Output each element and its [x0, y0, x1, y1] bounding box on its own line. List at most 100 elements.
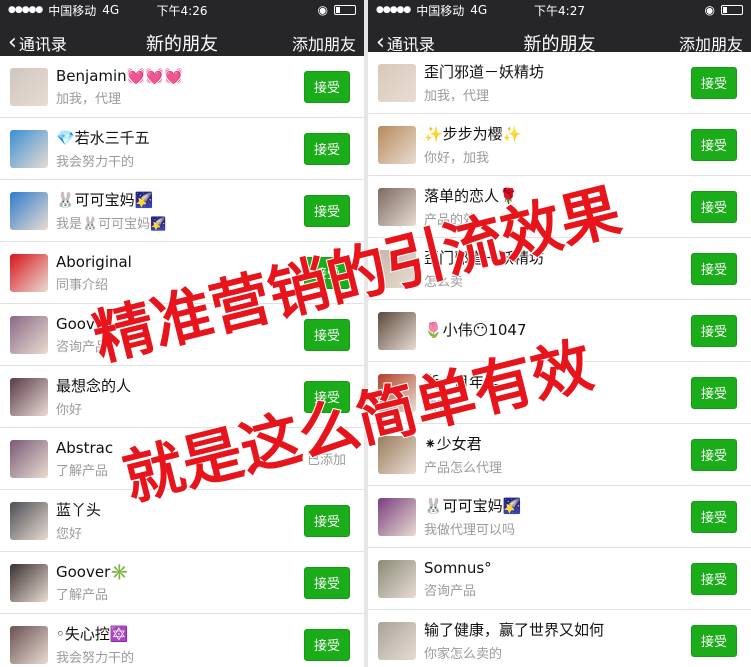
add-friend-button[interactable]: 添加朋友	[292, 31, 356, 55]
request-message: 您好	[56, 527, 83, 542]
accept-button[interactable]: 接受	[304, 256, 350, 289]
accept-button[interactable]: 接受	[691, 562, 737, 595]
contact-name: 🐰可可宝妈🌠	[424, 497, 522, 515]
friend-request-row[interactable]: Somnus° 咨询产品 接受	[368, 548, 751, 610]
row-text: Aboriginal 同事介绍	[56, 253, 304, 293]
friend-request-row[interactable]: Aboriginal 同事介绍 接受	[0, 242, 364, 304]
avatar	[378, 187, 416, 226]
contact-name: 落单的恋人🌹	[424, 187, 518, 205]
accept-button[interactable]: 接受	[691, 314, 737, 347]
accept-button[interactable]: 接受	[691, 500, 737, 533]
friend-request-row[interactable]: 🐰可可宝妈🌠 我做代理可以吗 接受	[368, 486, 751, 548]
request-message: 你家怎么卖的	[424, 647, 503, 662]
accept-button[interactable]: 接受	[691, 66, 737, 99]
request-message: 加我，代理	[424, 89, 490, 104]
contact-name: Aboriginal	[56, 252, 132, 271]
request-message: 我是🐰可可宝妈🌠	[56, 217, 167, 232]
chevron-left-icon: ‹	[8, 30, 17, 55]
contact-name: 🌷小伟😶1047	[424, 320, 527, 339]
avatar	[10, 129, 48, 168]
avatar	[10, 439, 48, 478]
friend-request-row[interactable]: Goover 咨询产品 接受	[0, 304, 364, 366]
contact-name: ✨步步为樱✨	[424, 125, 522, 143]
contact-name: ◦失心控🔯	[56, 625, 129, 643]
row-text: 蓝丫头 您好	[56, 499, 304, 542]
row-text: 🌷小伟😶1047	[424, 319, 691, 343]
accept-button[interactable]: 接受	[304, 504, 350, 537]
request-message: 我做代理可以吗	[424, 523, 516, 538]
row-text: ◦失心控🔯 我会努力干的	[56, 623, 304, 666]
friend-request-row[interactable]: ⁕少女君 产品怎么代理 接受	[368, 424, 751, 486]
row-text: 最想念的人 你好	[56, 375, 304, 418]
request-message: 你好，加我	[424, 151, 490, 166]
back-button[interactable]: ‹ 通讯录	[8, 31, 67, 55]
accept-button[interactable]: 接受	[304, 380, 350, 413]
request-message: 了解产品	[56, 587, 109, 603]
contact-name: Somnus°	[424, 558, 492, 577]
row-text: 🐰可可宝妈🌠 我是🐰可可宝妈🌠	[56, 189, 304, 232]
accept-button[interactable]: 接受	[691, 190, 737, 223]
contact-name: 歪门邪道－妖精坊	[424, 63, 545, 81]
request-message: 产品的效	[424, 213, 477, 228]
avatar	[10, 377, 48, 416]
avatar	[10, 501, 48, 540]
contact-name: ⁕少女君	[424, 435, 482, 453]
friend-request-row[interactable]: 💎若水三千五 我会努力干的 接受	[0, 118, 364, 180]
request-message: 我会努力干的	[56, 155, 135, 170]
friend-request-row[interactable]: 歪门邪道－妖精坊 怎么卖 接受	[368, 238, 751, 300]
row-text: 🐰可可宝妈🌠 我做代理可以吗	[424, 495, 691, 538]
accept-button[interactable]: 接受	[304, 132, 350, 165]
accept-button[interactable]: 接受	[304, 318, 350, 351]
request-message: 你好	[56, 403, 83, 418]
friend-request-row[interactable]: 逝 月年华 加我 接受	[368, 362, 751, 424]
friend-request-row[interactable]: Goover✳️ 了解产品 接受	[0, 552, 364, 614]
contact-name: 🐰可可宝妈🌠	[56, 191, 154, 209]
avatar	[378, 559, 416, 598]
chevron-left-icon: ‹	[376, 30, 385, 55]
accept-button[interactable]: 接受	[304, 70, 350, 103]
row-text: ✨步步为樱✨ 你好，加我	[424, 123, 691, 166]
avatar	[378, 63, 416, 102]
contact-name: 歪门邪道－妖精坊	[424, 249, 545, 267]
row-text: Goover 咨询产品	[56, 315, 304, 355]
row-text: 💎若水三千五 我会努力干的	[56, 127, 304, 170]
accept-button[interactable]: 接受	[304, 194, 350, 227]
avatar	[10, 191, 48, 230]
friend-request-row[interactable]: 🐰可可宝妈🌠 我是🐰可可宝妈🌠 接受	[0, 180, 364, 242]
friend-request-row[interactable]: ✨步步为樱✨ 你好，加我 接受	[368, 114, 751, 176]
avatar	[378, 621, 416, 660]
friend-request-row[interactable]: 最想念的人 你好 接受	[0, 366, 364, 428]
accept-button[interactable]: 接受	[691, 438, 737, 471]
friend-request-row[interactable]: Abstrac 了解产品 已添加	[0, 428, 364, 490]
accept-button[interactable]: 接受	[691, 128, 737, 161]
friend-request-row[interactable]: 蓝丫头 您好 接受	[0, 490, 364, 552]
accept-button[interactable]: 接受	[691, 252, 737, 285]
request-message: 咨询产品	[56, 339, 109, 355]
accept-button[interactable]: 接受	[304, 628, 350, 661]
row-text: ⁕少女君 产品怎么代理	[424, 433, 691, 476]
avatar	[10, 563, 48, 602]
battery-icon	[334, 5, 356, 15]
added-status: 已添加	[306, 453, 346, 468]
row-text: 输了健康，赢了世界又如何 你家怎么卖的	[424, 619, 691, 662]
accept-button[interactable]: 接受	[304, 566, 350, 599]
request-message: 我会努力干的	[56, 651, 135, 666]
contact-name: 蓝丫头	[56, 501, 102, 519]
row-text: Abstrac 了解产品	[56, 439, 307, 479]
status-bar: ●●●●● 中国移动 4G 下午4:27 ◉	[368, 0, 751, 20]
friend-request-row[interactable]: 落单的恋人🌹 产品的效 接受	[368, 176, 751, 238]
friend-request-row[interactable]: 歪门邪道－妖精坊 加我，代理 接受	[368, 52, 751, 114]
friend-request-row[interactable]: 🌷小伟😶1047 接受	[368, 300, 751, 362]
friend-request-row[interactable]: ◦失心控🔯 我会努力干的 接受	[0, 614, 364, 667]
avatar	[378, 125, 416, 164]
accept-button[interactable]: 接受	[691, 376, 737, 409]
accept-button[interactable]: 接受	[691, 624, 737, 657]
contact-name: Goover✳️	[56, 562, 129, 581]
avatar	[378, 373, 416, 412]
back-label: 通讯录	[18, 35, 67, 54]
row-text: Benjamin💓💓💓 加我，代理	[56, 67, 304, 107]
screenshot-collage: ●●●●● 中国移动 4G 下午4:26 ◉ ‹ 通讯录 新的朋友 添加朋友 Benj…	[0, 0, 751, 667]
friend-request-row[interactable]: 输了健康，赢了世界又如何 你家怎么卖的 接受	[368, 610, 751, 667]
status-time: 下午4:27	[534, 3, 585, 18]
friend-request-row[interactable]: Benjamin💓💓💓 加我，代理 接受	[0, 56, 364, 118]
